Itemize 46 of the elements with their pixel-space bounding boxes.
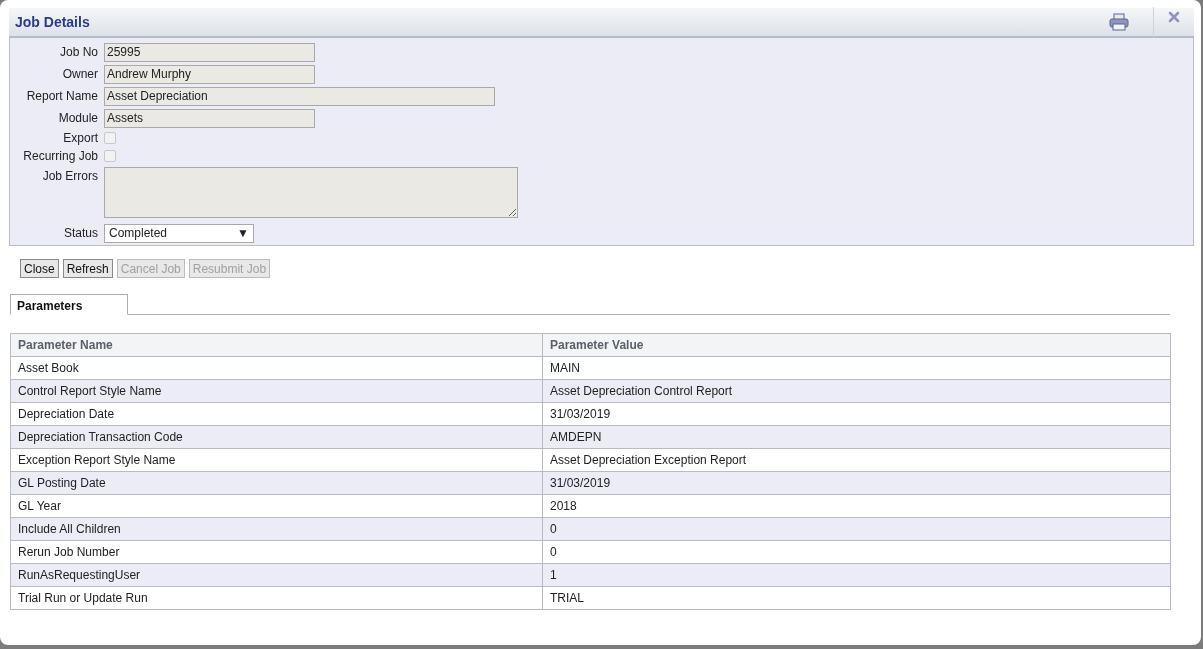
table-cell: TRIAL bbox=[542, 586, 1171, 610]
table-cell: Asset Depreciation Exception Report bbox=[542, 448, 1171, 472]
field-label: Owner bbox=[61, 66, 99, 83]
table-cell: Exception Report Style Name bbox=[10, 448, 543, 472]
table-cell: 0 bbox=[542, 540, 1171, 564]
table-cell: Asset Depreciation Control Report bbox=[542, 379, 1171, 403]
text-field[interactable]: Assets bbox=[104, 108, 315, 128]
table-cell: Asset Book bbox=[10, 356, 543, 380]
table-cell: 31/03/2019 bbox=[542, 402, 1171, 426]
tab[interactable]: Parameters bbox=[10, 294, 128, 315]
action-button[interactable]: Close bbox=[20, 259, 59, 278]
close-icon[interactable] bbox=[1168, 11, 1180, 23]
table-cell: Depreciation Date bbox=[10, 402, 543, 426]
text-area[interactable] bbox=[104, 167, 518, 218]
table-cell: MAIN bbox=[542, 356, 1171, 380]
table-cell: Rerun Job Number bbox=[10, 540, 543, 564]
field-label: Report Name bbox=[25, 88, 99, 105]
table-cell: 31/03/2019 bbox=[542, 471, 1171, 495]
table-cell: Include All Children bbox=[10, 517, 543, 541]
table-cell: GL Year bbox=[10, 494, 543, 518]
window-title: Job Details bbox=[14, 12, 91, 32]
checkbox[interactable] bbox=[104, 132, 116, 144]
field-label: Export bbox=[62, 130, 99, 147]
table-cell: 1 bbox=[542, 563, 1171, 587]
table-cell: 0 bbox=[542, 517, 1171, 541]
field-label: Job Errors bbox=[41, 168, 99, 185]
table-cell: Depreciation Transaction Code bbox=[10, 425, 543, 449]
table-cell: AMDEPN bbox=[542, 425, 1171, 449]
column-header: Parameter Value bbox=[542, 333, 1171, 357]
action-button[interactable]: Refresh bbox=[62, 259, 113, 278]
field-label: Recurring Job bbox=[22, 148, 99, 165]
text-field[interactable]: Asset Depreciation bbox=[104, 86, 495, 106]
print-icon[interactable] bbox=[1109, 13, 1129, 31]
table-cell: 2018 bbox=[542, 494, 1171, 518]
checkbox[interactable] bbox=[104, 150, 116, 162]
column-header: Parameter Name bbox=[10, 333, 543, 357]
text-field[interactable]: Andrew Murphy bbox=[104, 64, 315, 84]
table-cell: Trial Run or Update Run bbox=[10, 586, 543, 610]
field-label: Job No bbox=[58, 44, 99, 61]
table-cell: RunAsRequestingUser bbox=[10, 563, 543, 587]
table-cell: GL Posting Date bbox=[10, 471, 543, 495]
field-label: Module bbox=[57, 110, 99, 127]
status-dropdown[interactable]: Completed ▼ bbox=[104, 223, 254, 243]
table-cell: Control Report Style Name bbox=[10, 379, 543, 403]
text-field[interactable]: 25995 bbox=[104, 42, 315, 62]
field-label: Status bbox=[62, 225, 99, 242]
